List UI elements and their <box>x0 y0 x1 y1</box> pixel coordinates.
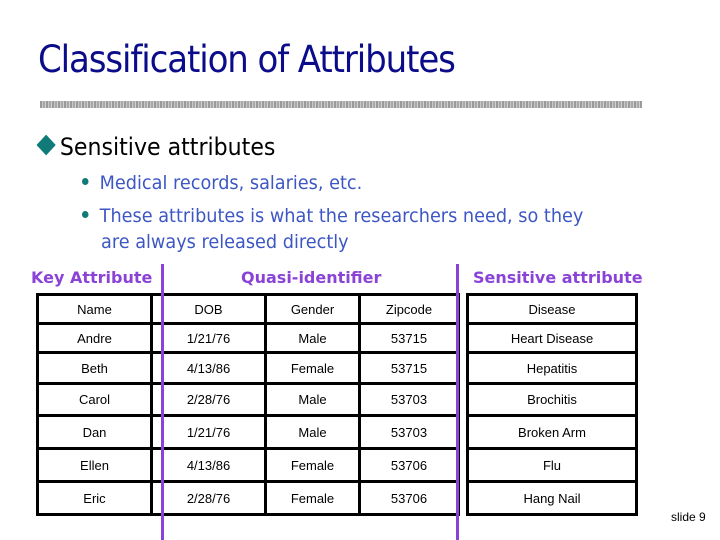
column-gap <box>457 415 469 449</box>
cell-disease: Brochitis <box>466 382 638 417</box>
main-bullet-text: Sensitive attributes <box>59 133 276 161</box>
cell-disease: Broken Arm <box>466 414 638 450</box>
cell-gender: Female <box>264 351 361 385</box>
quasi-identifier-label: Quasi-identifier <box>241 268 382 287</box>
cell-gender: Male <box>264 322 361 354</box>
table-row: Andre 1/21/76 Male 53715 Heart Disease <box>36 322 638 354</box>
key-quasi-separator-line <box>161 264 164 540</box>
cell-name: Ellen <box>36 447 153 483</box>
header-zipcode: Zipcode <box>358 293 460 325</box>
dot-bullet-icon <box>82 178 89 185</box>
cell-disease: Heart Disease <box>466 322 638 354</box>
slide-number: slide 9 <box>671 510 706 524</box>
dot-bullet-icon <box>82 211 89 218</box>
cell-dob: 1/21/76 <box>150 322 267 354</box>
cell-gender: Male <box>264 414 361 450</box>
cell-name: Eric <box>36 480 153 516</box>
header-dob: DOB <box>150 293 267 325</box>
cell-zipcode: 53715 <box>358 351 460 385</box>
cell-dob: 2/28/76 <box>150 480 267 516</box>
cell-disease: Flu <box>466 447 638 483</box>
column-gap <box>457 323 469 353</box>
diamond-bullet-icon <box>36 134 56 156</box>
cell-zipcode: 53706 <box>358 447 460 483</box>
main-bullet: Sensitive attributes <box>36 133 275 161</box>
cell-gender: Female <box>264 447 361 483</box>
attributes-table: Name DOB Gender Zipcode Disease Andre 1/… <box>36 293 638 516</box>
column-gap <box>457 352 469 384</box>
sub-bullet-text: Medical records, salaries, etc. <box>99 172 363 194</box>
header-disease: Disease <box>466 293 638 325</box>
sub-bullet: These attributes is what the researchers… <box>82 205 583 227</box>
table-header-row: Name DOB Gender Zipcode Disease <box>36 293 638 325</box>
sub-bullet-text: These attributes is what the researchers… <box>99 205 584 227</box>
cell-zipcode: 53715 <box>358 322 460 354</box>
cell-zipcode: 53703 <box>358 382 460 417</box>
cell-name: Carol <box>36 382 153 417</box>
table-row: Ellen 4/13/86 Female 53706 Flu <box>36 447 638 483</box>
title-divider <box>40 101 642 108</box>
column-gap <box>457 383 469 416</box>
cell-name: Beth <box>36 351 153 385</box>
quasi-sensitive-separator-line <box>456 264 459 540</box>
header-name: Name <box>36 293 153 325</box>
cell-zipcode: 53703 <box>358 414 460 450</box>
cell-disease: Hang Nail <box>466 480 638 516</box>
cell-dob: 2/28/76 <box>150 382 267 417</box>
sensitive-attribute-label: Sensitive attribute <box>473 268 643 287</box>
sub-bullet-continuation: are always released directly <box>101 231 349 253</box>
cell-dob: 4/13/86 <box>150 351 267 385</box>
table-row: Beth 4/13/86 Female 53715 Hepatitis <box>36 351 638 385</box>
table-row: Dan 1/21/76 Male 53703 Broken Arm <box>36 414 638 450</box>
key-attribute-label: Key Attribute <box>31 268 153 287</box>
cell-dob: 4/13/86 <box>150 447 267 483</box>
table-row: Carol 2/28/76 Male 53703 Brochitis <box>36 382 638 417</box>
cell-name: Andre <box>36 322 153 354</box>
cell-zipcode: 53706 <box>358 480 460 516</box>
header-gender: Gender <box>264 293 361 325</box>
column-gap <box>457 294 469 324</box>
column-gap <box>457 448 469 482</box>
cell-dob: 1/21/76 <box>150 414 267 450</box>
table-row: Eric 2/28/76 Female 53706 Hang Nail <box>36 480 638 516</box>
cell-gender: Female <box>264 480 361 516</box>
column-gap <box>457 481 469 515</box>
cell-name: Dan <box>36 414 153 450</box>
cell-gender: Male <box>264 382 361 417</box>
cell-disease: Hepatitis <box>466 351 638 385</box>
slide-title: Classification of Attributes <box>38 38 456 81</box>
sub-bullet: Medical records, salaries, etc. <box>82 172 362 194</box>
